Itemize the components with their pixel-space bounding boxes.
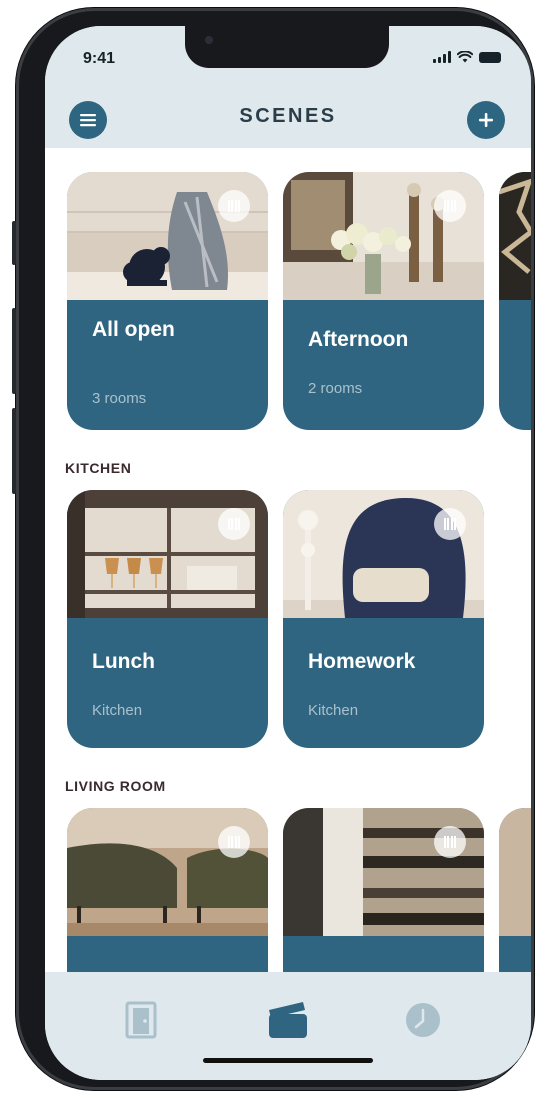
scene-card-lunch[interactable]: Lunch Kitchen [67,490,268,748]
tab-bar [45,972,531,1080]
status-time: 9:41 [83,50,116,67]
scene-card-afternoon[interactable]: Afternoon 2 rooms [283,172,484,430]
screen: 9:41 SCENES All open 3 rooms Afternoon 2… [45,26,531,1080]
curtains-icon [434,826,466,858]
battery-icon [479,51,501,63]
tab-schedules[interactable] [399,996,447,1044]
curtains-icon [434,190,466,222]
home-indicator [203,1058,373,1063]
scene-name: Homework [308,650,416,673]
scene-photo [499,172,531,300]
scene-photo [499,808,531,936]
scene-subtitle: Kitchen [308,702,359,719]
scene-subtitle: 3 rooms [92,390,147,407]
scene-name: All open [92,318,175,341]
scene-subtitle: Kitchen [92,702,143,719]
wifi-icon [457,51,473,63]
page-title: SCENES [239,105,337,127]
clock-icon [406,1003,440,1037]
scene-card-all-open[interactable]: All open 3 rooms [67,172,268,430]
scenes-card-icon [269,1002,307,1038]
tab-scenes[interactable] [264,996,312,1044]
section-label-living-room: LIVING ROOM [65,778,166,794]
signal-icon [433,51,451,63]
plus-icon [479,113,493,127]
add-scene-button[interactable] [467,101,505,139]
volume-up-button [12,308,16,394]
section-label-kitchen: KITCHEN [65,460,132,476]
scene-subtitle: 2 rooms [308,380,363,397]
scene-card-partial[interactable] [499,172,531,430]
scene-name: Lunch [92,650,155,673]
curtains-icon [218,826,250,858]
scene-name: Afternoon [308,328,409,351]
silent-switch [12,221,16,265]
curtains-icon [434,508,466,540]
curtains-icon [218,190,250,222]
status-icons [433,51,501,63]
volume-down-button [12,408,16,494]
camera-dot [205,36,213,44]
notch [185,26,389,68]
curtains-icon [218,508,250,540]
scene-card-homework[interactable]: Homework Kitchen [283,490,484,748]
door-icon [125,1001,157,1039]
tab-rooms[interactable] [117,996,165,1044]
